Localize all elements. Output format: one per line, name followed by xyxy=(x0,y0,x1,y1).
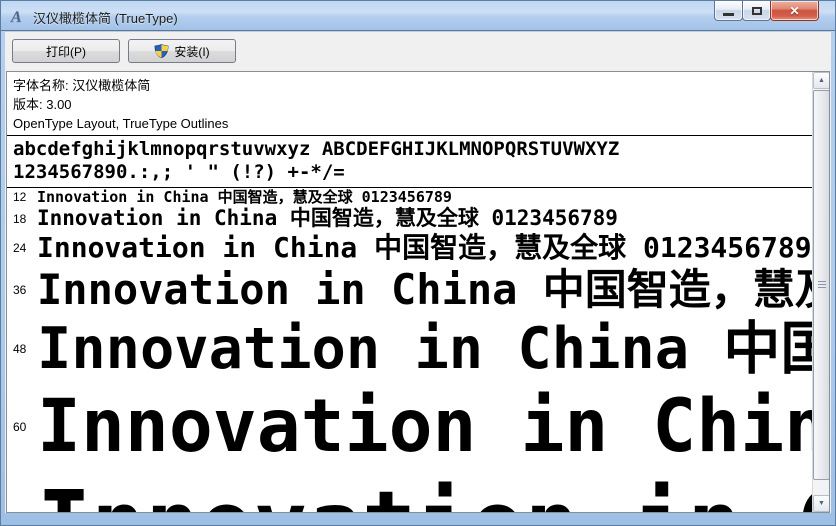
arrow-up-icon: ▲ xyxy=(818,77,825,84)
sample-text: Innovation in China 中国智造，慧及全球 0123456789 xyxy=(37,188,452,206)
font-name-line: 字体名称: 汉仪橄榄体简 xyxy=(13,78,151,93)
charset-sample-block: abcdefghijklmnopqrstuvwxyz ABCDEFGHIJKLM… xyxy=(7,136,812,187)
close-button[interactable]: ✕ xyxy=(770,1,819,21)
minimize-icon xyxy=(723,13,734,16)
print-button[interactable]: 打印(P) xyxy=(12,39,120,63)
print-button-label: 打印(P) xyxy=(46,44,86,59)
preview-scroll-content: 字体名称: 汉仪橄榄体简 版本: 3.00 OpenType Layout, T… xyxy=(7,72,812,512)
font-technology-line: OpenType Layout, TrueType Outlines xyxy=(13,116,229,131)
sample-size-label: 12 xyxy=(13,190,27,204)
uac-shield-icon xyxy=(154,44,169,59)
font-preview-pane: 字体名称: 汉仪橄榄体简 版本: 3.00 OpenType Layout, T… xyxy=(6,71,830,513)
arrow-down-icon: ▼ xyxy=(818,500,825,507)
sample-row: 60 Innovation in China 中国智造，慧及全球 01234567… xyxy=(7,383,812,471)
charset-numbers-line: 1234567890.:,; ' " (!?) +-*/= xyxy=(13,161,345,183)
titlebar[interactable]: A 汉仪橄榄体简 (TrueType) ✕ xyxy=(1,1,835,31)
install-button[interactable]: 安装(I) xyxy=(128,39,236,63)
sample-size-label: 24 xyxy=(13,241,27,255)
sample-text: Innovation in China 中国智造，慧及全球 0123456789 xyxy=(37,471,812,512)
font-viewer-window: A 汉仪橄榄体简 (TrueType) ✕ 打印(P) 安装(I) 字体名称: … xyxy=(0,0,836,526)
scrollbar-thumb[interactable] xyxy=(813,90,829,480)
sample-text: Innovation in China 中国智造，慧及全球 0123456789 xyxy=(37,316,812,382)
scroll-down-button[interactable]: ▼ xyxy=(813,495,829,512)
font-file-icon: A xyxy=(10,9,22,25)
svg-text:A: A xyxy=(10,9,22,25)
sample-row: 24 Innovation in China 中国智造，慧及全球 01234567… xyxy=(7,231,812,265)
sample-row: 48 Innovation in China 中国智造，慧及全球 01234567… xyxy=(7,315,812,383)
sample-text: Innovation in China 中国智造，慧及全球 0123456789 xyxy=(37,231,812,264)
sample-size-label: 60 xyxy=(13,420,27,434)
sample-row: 18 Innovation in China 中国智造，慧及全球 01234567… xyxy=(7,206,812,231)
sample-text: Innovation in China 中国智造，慧及全球 0123456789 xyxy=(37,206,618,230)
charset-letters-line: abcdefghijklmnopqrstuvwxyz ABCDEFGHIJKLM… xyxy=(13,138,620,160)
sample-size-label: 48 xyxy=(13,342,27,356)
scrollbar-grip-icon xyxy=(818,281,826,289)
close-icon: ✕ xyxy=(789,3,800,18)
sample-row: Innovation in China 中国智造，慧及全球 0123456789 xyxy=(7,471,812,512)
vertical-scrollbar[interactable]: ▲ ▼ xyxy=(812,72,829,512)
toolbar: 打印(P) 安装(I) xyxy=(5,32,831,70)
sample-text: Innovation in China 中国智造，慧及全球 0123456789 xyxy=(37,265,812,314)
scroll-up-button[interactable]: ▲ xyxy=(813,72,829,89)
sample-size-label: 18 xyxy=(13,211,27,226)
maximize-icon xyxy=(751,6,762,15)
minimize-button[interactable] xyxy=(714,1,743,21)
install-button-label: 安装(I) xyxy=(174,44,210,59)
sample-text: Innovation in China 中国智造，慧及全球 0123456789 xyxy=(37,384,812,469)
window-title: 汉仪橄榄体简 (TrueType) xyxy=(33,11,178,26)
sample-row: 36 Innovation in China 中国智造，慧及全球 01234567… xyxy=(7,265,812,315)
font-info-block: 字体名称: 汉仪橄榄体简 版本: 3.00 OpenType Layout, T… xyxy=(7,72,812,135)
sample-size-label: 36 xyxy=(13,283,27,297)
window-controls: ✕ xyxy=(714,1,819,22)
client-area: 打印(P) 安装(I) 字体名称: 汉仪橄榄体简 版本: 3.00 OpenTy… xyxy=(5,32,831,513)
font-version-line: 版本: 3.00 xyxy=(13,97,72,112)
sample-row: 12 Innovation in China 中国智造，慧及全球 01234567… xyxy=(7,188,812,206)
size-sample-list: 12 Innovation in China 中国智造，慧及全球 01234567… xyxy=(7,188,812,512)
maximize-button[interactable] xyxy=(742,1,771,21)
